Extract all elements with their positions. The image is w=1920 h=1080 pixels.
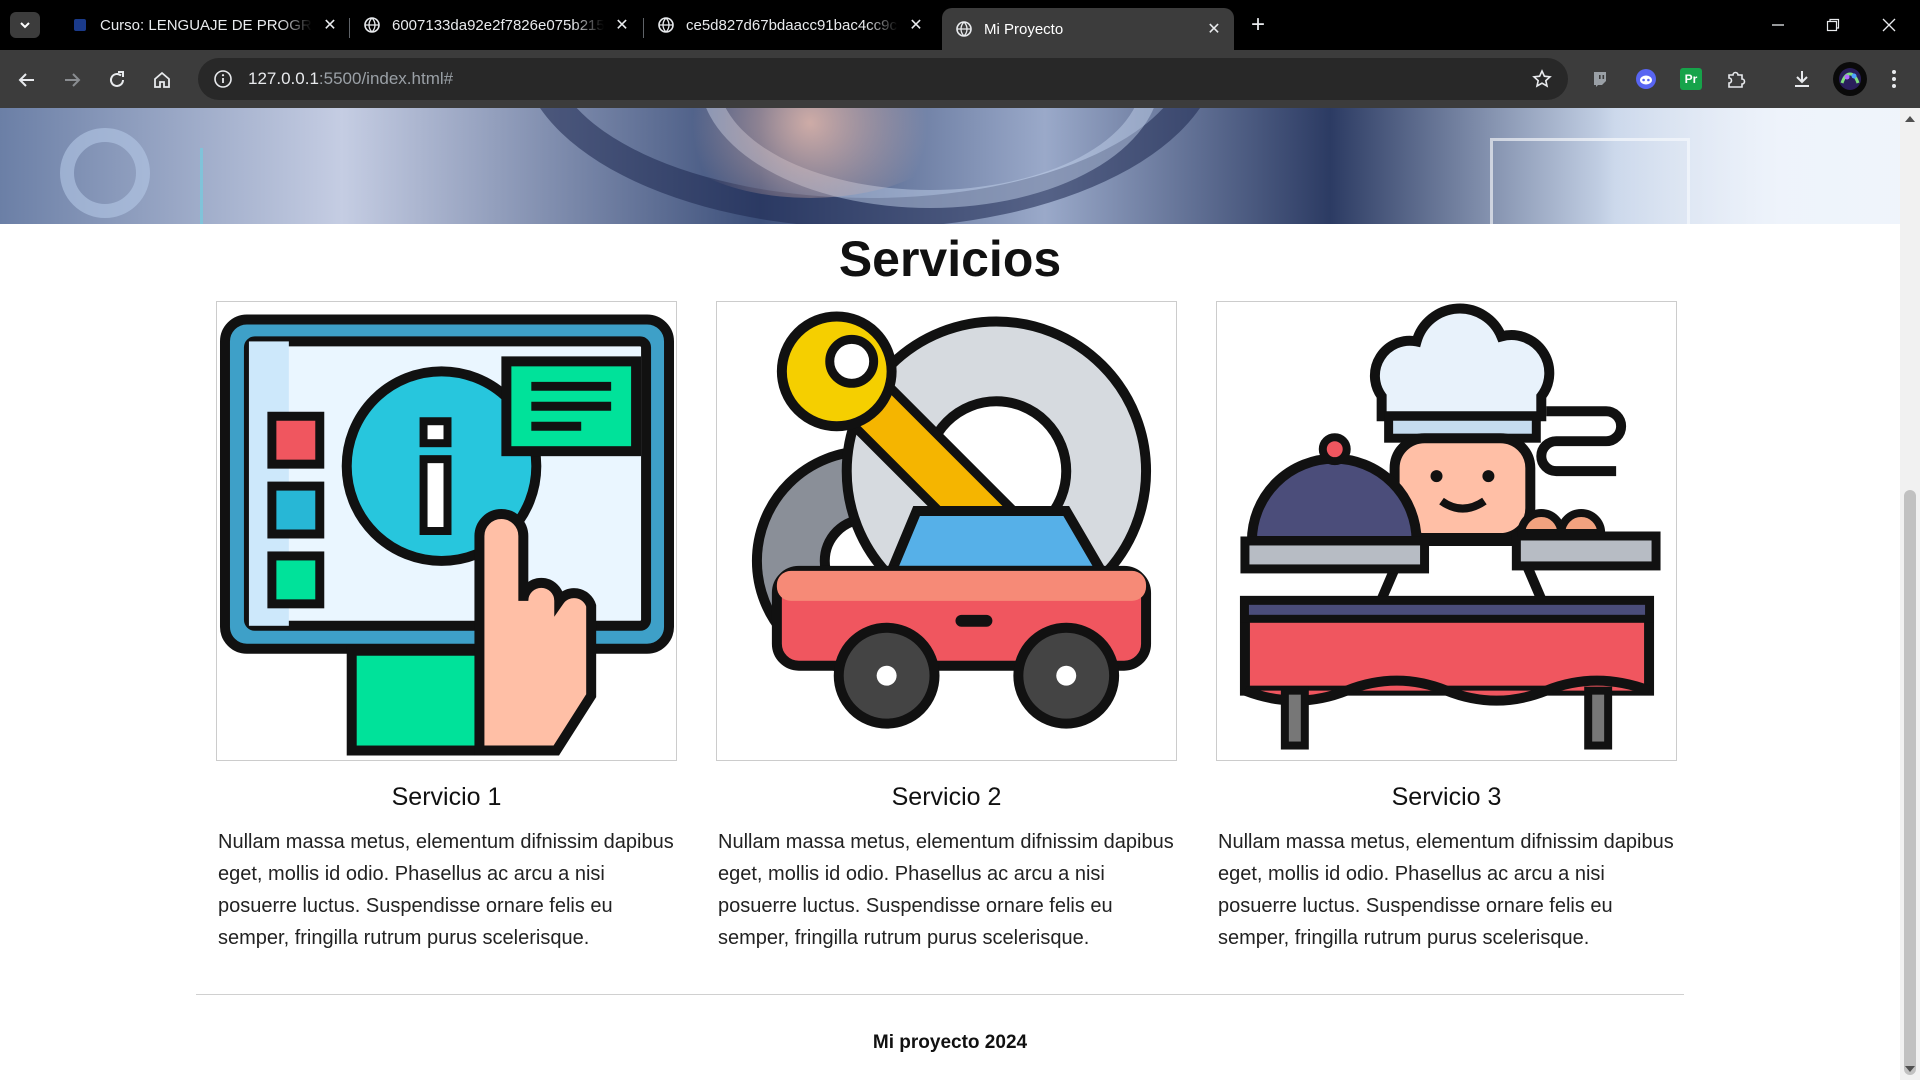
tab-search-button[interactable]: [10, 12, 40, 38]
footer-text: Mi proyecto 2024: [872, 1032, 1028, 1053]
close-icon: [1882, 18, 1896, 32]
scroll-down-arrow-icon[interactable]: [1905, 1066, 1915, 1072]
globe-icon: [658, 17, 674, 33]
browser-toolbar: 127.0.0.1:5500/index.html# Pr: [0, 50, 1920, 108]
extensions-puzzle-icon[interactable]: [1723, 66, 1749, 92]
arrow-right-icon: [65, 73, 81, 87]
touchscreen-info-icon: [219, 314, 675, 756]
close-tab-icon[interactable]: ✕: [320, 15, 340, 35]
url-text: 127.0.0.1:5500/index.html#: [248, 69, 453, 89]
tab-file-2[interactable]: ce5d827d67bdaacc91bac4cc9c ✕: [644, 8, 936, 42]
pr-extension-icon[interactable]: Pr: [1678, 66, 1704, 92]
globe-icon: [956, 21, 972, 37]
footer-divider: [196, 994, 1684, 995]
arrow-left-icon: [18, 73, 34, 87]
service-image: [716, 301, 1177, 761]
minimize-button[interactable]: [1765, 12, 1791, 38]
url-path: :5500/index.html#: [318, 69, 454, 88]
scrollbar-thumb[interactable]: [1904, 490, 1916, 1075]
service-card-2: Servicio 2 Nullam massa metus, elementum…: [716, 301, 1177, 954]
download-icon[interactable]: [1789, 66, 1815, 92]
car-repair-icon: [751, 311, 1152, 729]
service-description: Nullam massa metus, elementum difnissim …: [218, 831, 674, 949]
close-window-button[interactable]: [1876, 12, 1902, 38]
twitch-extension-icon[interactable]: [1587, 66, 1613, 92]
more-menu-icon[interactable]: [1881, 66, 1907, 92]
close-tab-icon[interactable]: ✕: [612, 15, 632, 35]
service-card-3: Servicio 3 Nullam massa metus, elementum…: [1216, 301, 1677, 954]
tab-title: Mi Proyecto: [984, 20, 1064, 38]
close-tab-icon[interactable]: ✕: [906, 15, 926, 35]
chef-catering-icon: [1239, 303, 1661, 750]
section-title: Servicios: [838, 231, 1062, 287]
service-title: Servicio 2: [891, 783, 1002, 811]
restore-button[interactable]: [1820, 12, 1846, 38]
close-tab-icon[interactable]: ✕: [1204, 19, 1224, 39]
url-host: 127.0.0.1: [248, 69, 319, 88]
home-icon: [154, 71, 170, 88]
restore-icon: [1826, 18, 1840, 32]
service-image: [1216, 301, 1677, 761]
minimize-icon: [1772, 24, 1784, 26]
service-description: Nullam massa metus, elementum difnissim …: [1218, 831, 1674, 949]
bookmark-star-icon[interactable]: [1530, 67, 1554, 91]
site-info-icon[interactable]: [212, 68, 234, 90]
service-image: [216, 301, 677, 761]
service-title: Servicio 1: [391, 783, 502, 811]
new-tab-button[interactable]: +: [1245, 13, 1271, 39]
tab-bar: Curso: LENGUAJE DE PROGRAMACIÓN ✕ 600713…: [0, 0, 1920, 50]
tab-title: 6007133da92e2f7826e075b215: [392, 16, 604, 34]
profile-avatar[interactable]: [1832, 61, 1868, 97]
pr-badge: Pr: [1680, 68, 1702, 90]
tab-title: ce5d827d67bdaacc91bac4cc9c: [686, 16, 898, 34]
page-scrollbar[interactable]: [1900, 108, 1920, 1080]
tab-mi-proyecto[interactable]: Mi Proyecto ✕: [942, 8, 1234, 50]
home-button[interactable]: [149, 67, 175, 93]
service-card-1: Servicio 1 Nullam massa metus, elementum…: [216, 301, 677, 954]
service-title: Servicio 3: [1391, 783, 1502, 811]
back-button[interactable]: [14, 67, 40, 93]
reload-button[interactable]: [104, 67, 130, 93]
tab-curso[interactable]: Curso: LENGUAJE DE PROGRAMACIÓN ✕: [58, 8, 350, 42]
scroll-up-arrow-icon[interactable]: [1905, 116, 1915, 122]
service-description: Nullam massa metus, elementum difnissim …: [718, 831, 1174, 949]
page-viewport: Servicios Servicio 1 Nullam massa metus,…: [0, 108, 1900, 1080]
tab-title: Curso: LENGUAJE DE PROGRAMACIÓN: [100, 16, 312, 34]
address-bar[interactable]: 127.0.0.1:5500/index.html#: [198, 58, 1568, 100]
discord-extension-icon[interactable]: [1633, 66, 1659, 92]
reload-icon: [110, 71, 124, 87]
globe-icon: [364, 17, 380, 33]
chevron-down-icon: [20, 22, 30, 29]
forward-button[interactable]: [59, 67, 85, 93]
site-favicon-icon: [72, 17, 88, 33]
tab-file-1[interactable]: 6007133da92e2f7826e075b215 ✕: [350, 8, 642, 42]
hero-banner-image: [0, 108, 1900, 224]
